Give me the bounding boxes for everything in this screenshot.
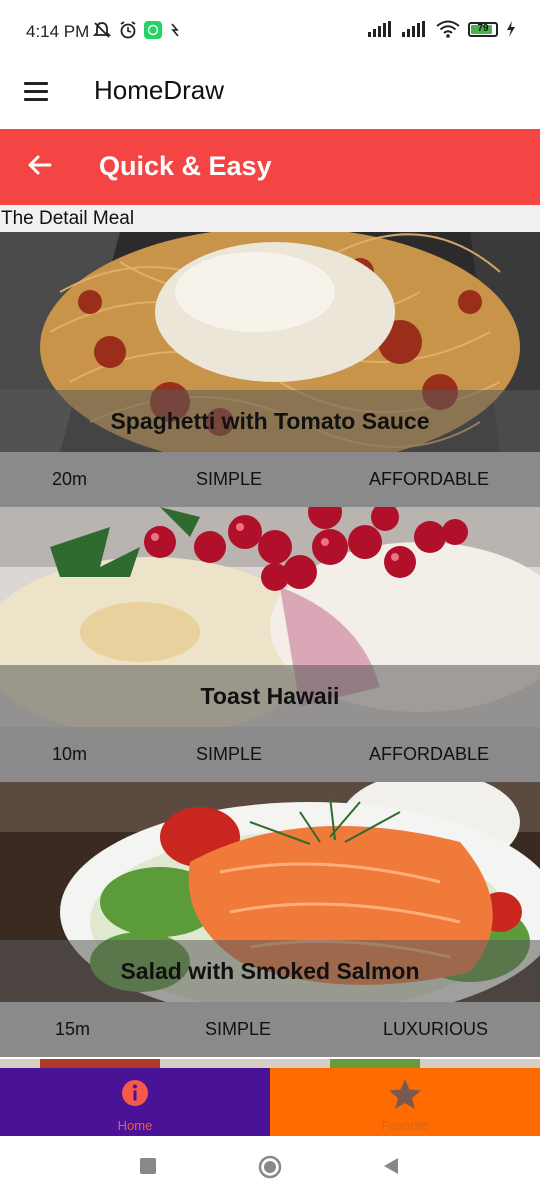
- meal-duration: 15m: [55, 1019, 91, 1039]
- info-icon: [122, 1080, 148, 1106]
- meal-image: Salad with Smoked Salmon: [0, 782, 540, 1002]
- app-title: HomeDraw: [94, 75, 225, 105]
- muted-bell-icon: [92, 22, 112, 38]
- star-icon: [389, 1079, 421, 1109]
- status-bar: 4:14 PM 79: [0, 0, 540, 64]
- data-saver-icon: [171, 23, 179, 37]
- home-circle-icon[interactable]: [258, 1155, 282, 1179]
- screen-title: Quick & Easy: [99, 151, 272, 181]
- charging-icon: [507, 21, 515, 37]
- signal-icon: [368, 21, 391, 37]
- meal-card[interactable]: Toast Hawaii 10m SIMPLE AFFORDABLE: [0, 507, 540, 782]
- meal-complexity: SIMPLE: [196, 744, 263, 764]
- nav-favorite[interactable]: Favorite: [270, 1068, 540, 1136]
- arrow-left-icon[interactable]: [24, 149, 56, 181]
- hamburger-icon[interactable]: [24, 82, 48, 102]
- meal-card[interactable]: [0, 1057, 540, 1068]
- meal-title: Salad with Smoked Salmon: [120, 957, 420, 984]
- meal-card[interactable]: Salad with Smoked Salmon 15m SIMPLE LUXU…: [0, 782, 540, 1057]
- meal-info-bar: 10m SIMPLE AFFORDABLE: [0, 727, 540, 782]
- meal-image: [0, 1059, 540, 1068]
- meal-info-bar: 20m SIMPLE AFFORDABLE: [0, 452, 540, 507]
- meal-image: Spaghetti with Tomato Sauce: [0, 232, 540, 452]
- status-time: 4:14 PM: [26, 22, 90, 41]
- battery-level: 79: [477, 22, 489, 34]
- signal-icon: [402, 21, 425, 37]
- meal-complexity: SIMPLE: [205, 1019, 272, 1039]
- meal-affordability: LUXURIOUS: [383, 1019, 489, 1039]
- nav-home-label: Home: [117, 1118, 153, 1133]
- nav-favorite-label: Favorite: [381, 1118, 429, 1133]
- meal-title: Spaghetti with Tomato Sauce: [110, 407, 430, 434]
- nav-home[interactable]: Home: [0, 1068, 270, 1136]
- meal-duration: 20m: [52, 469, 88, 489]
- meal-affordability: AFFORDABLE: [369, 744, 490, 764]
- meal-card[interactable]: Spaghetti with Tomato Sauce 20m SIMPLE A…: [0, 232, 540, 507]
- recent-apps-icon[interactable]: [138, 1156, 158, 1176]
- meal-affordability: AFFORDABLE: [369, 469, 490, 489]
- bottom-navigation: Home Favorite: [0, 1068, 540, 1136]
- meal-list: Spaghetti with Tomato Sauce 20m SIMPLE A…: [0, 232, 540, 1068]
- screen-header: Quick & Easy: [0, 129, 540, 205]
- wifi-icon: [436, 20, 460, 38]
- back-triangle-icon[interactable]: [382, 1156, 400, 1176]
- alarm-icon: [120, 21, 136, 39]
- meal-duration: 10m: [52, 744, 88, 764]
- meal-complexity: SIMPLE: [196, 469, 263, 489]
- meal-info-bar: 15m SIMPLE LUXURIOUS: [0, 1002, 540, 1057]
- section-label: The Detail Meal: [0, 205, 540, 232]
- app-bar: HomeDraw: [0, 64, 540, 128]
- meal-title: Toast Hawaii: [200, 682, 340, 709]
- battery-icon: 79: [468, 21, 498, 37]
- system-navigation-bar: [0, 1136, 540, 1200]
- whatsapp-icon: [144, 21, 162, 39]
- meal-image: Toast Hawaii: [0, 507, 540, 727]
